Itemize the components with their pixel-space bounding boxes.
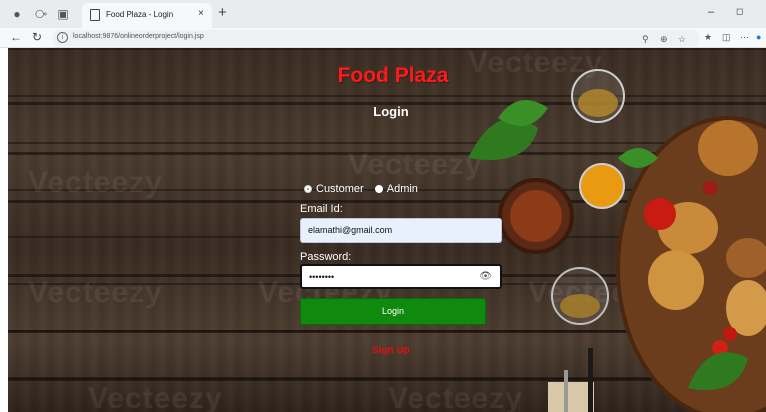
food-photo-decoration [468, 69, 766, 412]
favorite-star-icon[interactable]: ☆ [678, 34, 686, 45]
watermark-text: Vecteezy [28, 166, 163, 199]
tomato-shape [723, 327, 737, 341]
role-radio-group: Customer Admin [304, 183, 426, 197]
email-field[interactable]: elamathi@gmail.com [300, 218, 502, 243]
login-button[interactable]: Login [300, 298, 486, 325]
url-field[interactable]: i localhost:9876/onlineorderproject/logi… [52, 30, 700, 46]
tab-close-button[interactable]: × [198, 8, 204, 19]
profile-icon[interactable]: ● [10, 7, 24, 21]
email-value: elamathi@gmail.com [308, 225, 393, 235]
address-bar-row: ← ↻ i localhost:9876/onlineorderproject/… [0, 28, 766, 48]
key-icon[interactable]: ⚲ [642, 34, 649, 45]
fork-shape [564, 370, 568, 412]
admin-radio-label[interactable]: Admin [387, 183, 418, 195]
password-label: Password: [300, 251, 352, 263]
zoom-icon[interactable]: ⊕ [660, 34, 668, 45]
edge-copilot-icon[interactable]: ● [756, 32, 761, 42]
knife-shape [588, 348, 593, 412]
window-minimize-button[interactable]: – [708, 6, 714, 18]
tomato-shape [703, 181, 717, 195]
login-page-background: Vecteezy Vecteezy Vecteezy Vecteezy Vect… [8, 48, 766, 412]
site-info-icon[interactable]: i [57, 32, 68, 43]
login-heading: Login [373, 104, 409, 119]
customer-radio[interactable] [304, 185, 312, 194]
wine-shape [578, 89, 618, 117]
favorites-bar-icon[interactable]: ★ [704, 32, 712, 43]
tomato-shape [644, 198, 676, 230]
email-label: Email Id: [300, 203, 343, 215]
signup-link[interactable]: Sign Up [372, 345, 410, 356]
workspaces-icon[interactable]: ⧂ [34, 7, 48, 21]
wine-shape [560, 294, 600, 318]
browser-tab[interactable]: Food Plaza - Login × [82, 3, 212, 28]
refresh-icon[interactable]: ↻ [32, 30, 42, 44]
page-document-icon [90, 9, 100, 21]
herb-leaf-shape [498, 100, 548, 126]
juice-glass-shape [579, 163, 625, 209]
password-field[interactable]: •••••••• 👁︎ [300, 264, 502, 289]
curry-shape [510, 190, 562, 242]
roast-potato-shape [698, 120, 758, 176]
roast-potato-shape [648, 250, 704, 310]
new-tab-button[interactable]: + [218, 4, 227, 21]
url-text[interactable]: localhost:9876/onlineorderproject/login.… [73, 33, 204, 40]
password-value: •••••••• [309, 272, 335, 282]
customer-radio-label[interactable]: Customer [316, 183, 364, 195]
watermark-text: Vecteezy [28, 276, 163, 309]
brand-title: Food Plaza [337, 64, 449, 87]
browser-tab-bar: ● ⧂ ▣ Food Plaza - Login × + – ◻ [0, 0, 766, 28]
napkin-shape [548, 382, 594, 412]
watermark-text: Vecteezy [88, 382, 223, 412]
tab-title: Food Plaza - Login [106, 10, 174, 19]
collections-icon[interactable]: ◫ [722, 32, 731, 43]
show-password-eye-icon[interactable]: 👁︎ [479, 271, 492, 282]
more-menu-icon[interactable]: ⋯ [740, 32, 749, 43]
admin-radio[interactable] [374, 185, 383, 194]
back-arrow-icon[interactable]: ← [10, 30, 22, 44]
window-maximize-button[interactable]: ◻ [736, 6, 743, 17]
tab-actions-icon[interactable]: ▣ [56, 7, 70, 21]
